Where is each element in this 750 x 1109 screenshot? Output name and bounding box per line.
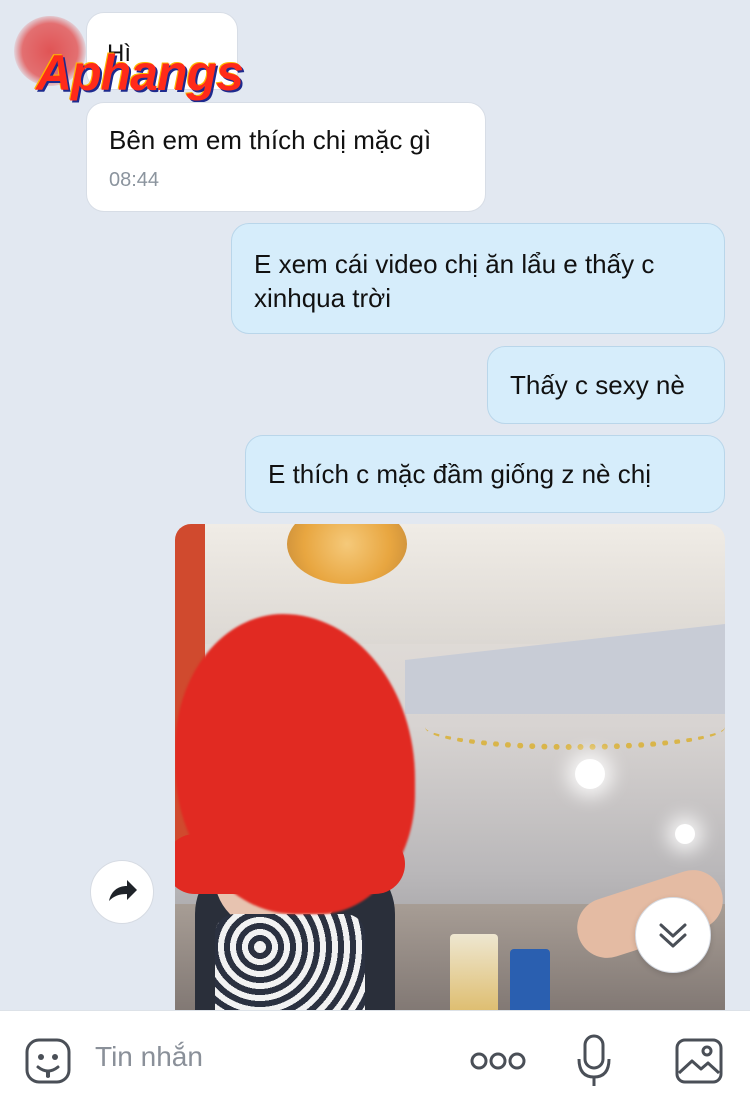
microphone-icon bbox=[577, 1034, 611, 1086]
photo-beer-glass bbox=[450, 934, 498, 1010]
photo-redaction bbox=[175, 834, 405, 894]
image-button[interactable] bbox=[674, 1037, 724, 1085]
message-text: Bên em em thích chị mặc gì bbox=[109, 125, 432, 155]
more-options-button[interactable] bbox=[470, 1049, 526, 1073]
scroll-down-button[interactable] bbox=[635, 897, 711, 973]
message-input[interactable]: Tin nhắn bbox=[95, 1041, 203, 1073]
message-input-bar: Tin nhắn bbox=[0, 1010, 750, 1109]
message-text-line: xinhqua trời bbox=[254, 283, 392, 313]
microphone-button[interactable] bbox=[576, 1033, 612, 1089]
message-outgoing[interactable]: E xem cái video chị ăn lẩu e thấy c xinh… bbox=[231, 223, 725, 334]
photo-can bbox=[510, 949, 550, 1010]
photo-light bbox=[675, 824, 695, 844]
photo-light bbox=[575, 759, 605, 789]
chat-area[interactable]: Hì Aphangs .NET Bên em em thích chị mặc … bbox=[0, 0, 750, 1010]
photo-dress bbox=[215, 914, 365, 1010]
message-time: 08:44 bbox=[109, 169, 160, 191]
share-button[interactable] bbox=[90, 860, 154, 924]
logo-text: Aphangs bbox=[36, 45, 244, 101]
message-text: Thấy c sexy nè bbox=[510, 370, 685, 400]
photo-garland bbox=[425, 704, 725, 750]
share-forward-icon bbox=[109, 880, 137, 901]
message-outgoing[interactable]: Thấy c sexy nè bbox=[487, 346, 725, 424]
image-icon bbox=[675, 1038, 723, 1084]
message-incoming[interactable]: Bên em em thích chị mặc gì 08:44 bbox=[86, 102, 486, 212]
message-text-line: E xem cái video chị ăn lẩu e thấy c bbox=[254, 249, 655, 279]
message-outgoing[interactable]: E thích c mặc đầm giống z nè chị bbox=[245, 435, 725, 513]
scroll-down-chevron-icon bbox=[659, 923, 687, 948]
emoji-icon bbox=[25, 1038, 71, 1084]
emoji-button[interactable] bbox=[24, 1037, 72, 1085]
message-text: E thích c mặc đầm giống z nè chị bbox=[268, 459, 651, 489]
more-options-icon bbox=[470, 1052, 526, 1070]
